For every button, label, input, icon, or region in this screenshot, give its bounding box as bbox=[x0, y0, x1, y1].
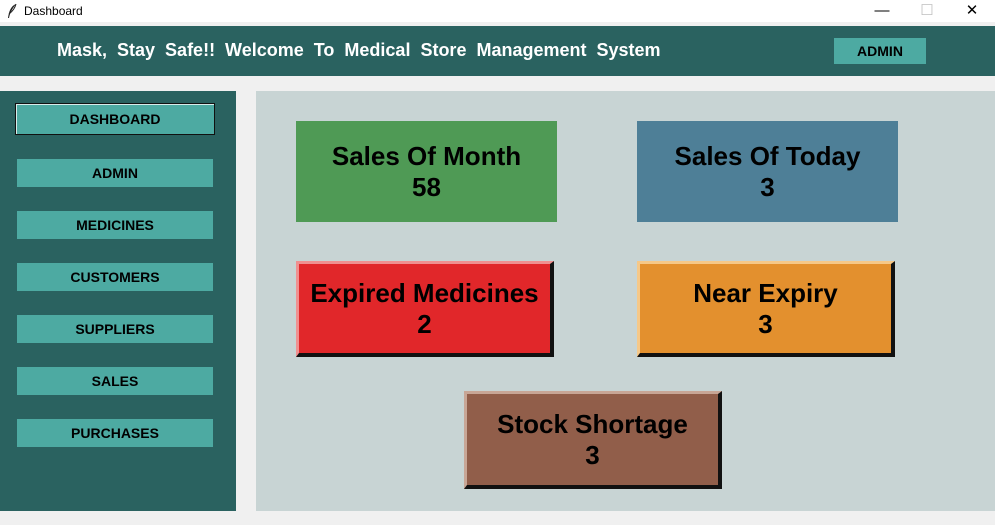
minimize-icon[interactable]: — bbox=[859, 0, 905, 22]
maximize-icon[interactable]: ☐ bbox=[904, 0, 950, 22]
card-label: Near Expiry bbox=[693, 277, 838, 308]
admin-button[interactable]: ADMIN bbox=[834, 38, 926, 64]
sidebar-item-purchases[interactable]: PURCHASES bbox=[17, 419, 213, 447]
card-value: 2 bbox=[417, 308, 432, 339]
sidebar-item-suppliers[interactable]: SUPPLIERS bbox=[17, 315, 213, 343]
window-titlebar: Dashboard — ☐ ✕ bbox=[0, 0, 995, 22]
card-value: 3 bbox=[585, 439, 600, 470]
sidebar-item-admin[interactable]: ADMIN bbox=[17, 159, 213, 187]
app-header: Mask, Stay Safe!! Welcome To Medical Sto… bbox=[0, 26, 995, 76]
sales-of-today-card[interactable]: Sales Of Today 3 bbox=[637, 121, 898, 222]
sidebar-item-customers[interactable]: CUSTOMERS bbox=[17, 263, 213, 291]
window-title: Dashboard bbox=[24, 4, 83, 18]
stock-shortage-button[interactable]: Stock Shortage 3 bbox=[464, 391, 722, 489]
card-value: 58 bbox=[412, 171, 441, 202]
sales-of-month-card[interactable]: Sales Of Month 58 bbox=[296, 121, 557, 222]
sidebar-item-sales[interactable]: SALES bbox=[17, 367, 213, 395]
near-expiry-button[interactable]: Near Expiry 3 bbox=[637, 261, 895, 357]
feather-icon bbox=[8, 3, 17, 18]
card-label: Stock Shortage bbox=[497, 408, 688, 439]
dashboard-panel: Sales Of Month 58 Sales Of Today 3 Expir… bbox=[256, 91, 995, 511]
marquee-text: Mask, Stay Safe!! Welcome To Medical Sto… bbox=[57, 40, 661, 60]
card-label: Sales Of Month bbox=[331, 140, 522, 171]
card-value: 3 bbox=[760, 171, 775, 202]
expired-medicines-button[interactable]: Expired Medicines 2 bbox=[296, 261, 554, 357]
sidebar-item-dashboard[interactable]: DASHBOARD bbox=[15, 103, 215, 135]
card-value: 3 bbox=[758, 308, 773, 339]
card-label: Sales Of Today bbox=[674, 140, 861, 171]
card-label: Expired Medicines bbox=[310, 277, 539, 308]
sidebar: DASHBOARD ADMIN MEDICINES CUSTOMERS SUPP… bbox=[0, 91, 236, 511]
sidebar-item-medicines[interactable]: MEDICINES bbox=[17, 211, 213, 239]
close-icon[interactable]: ✕ bbox=[949, 0, 995, 22]
